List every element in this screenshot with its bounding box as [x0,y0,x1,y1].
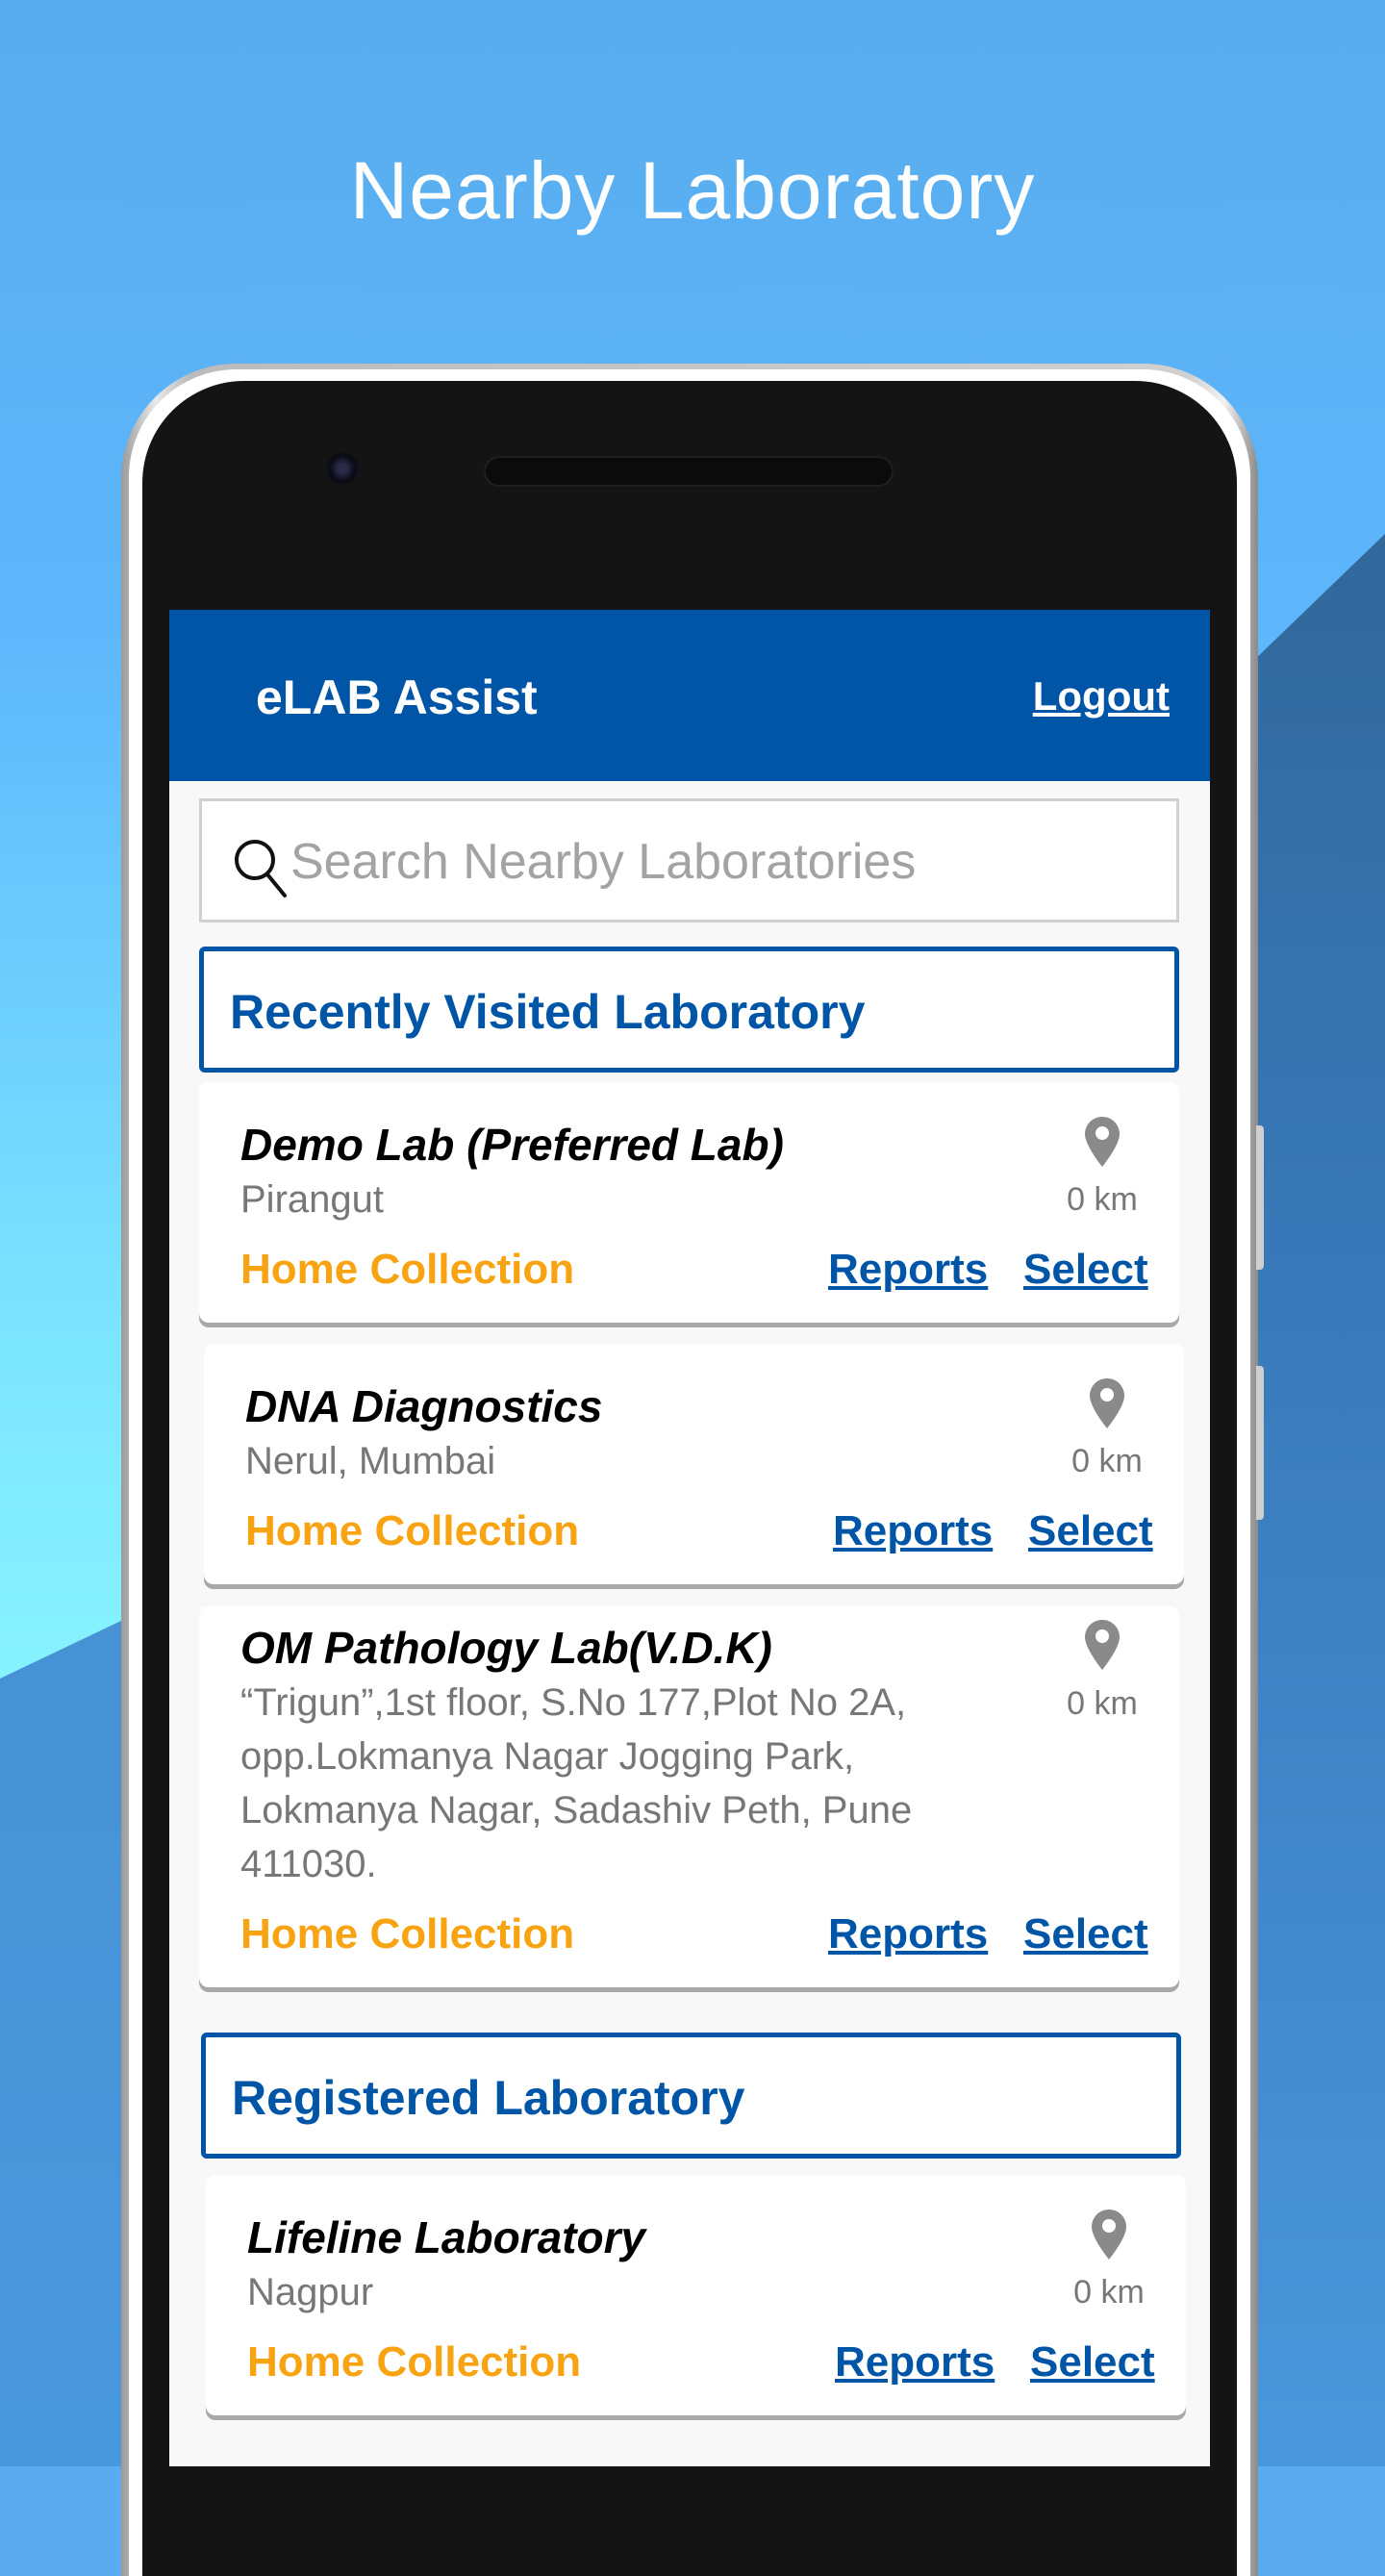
select-link[interactable]: Select [1028,1507,1153,1555]
home-collection-link[interactable]: Home Collection [247,2338,581,2387]
reports-link[interactable]: Reports [828,1246,988,1294]
lab-card: Lifeline Laboratory Nagpur 0 km Home Col… [206,2175,1186,2415]
lab-address: Pirangut [240,1178,384,1221]
search-box[interactable] [199,798,1179,922]
section-title: Recently Visited Laboratory [230,985,866,1039]
promo-title: Nearby Laboratory [349,145,1036,236]
location-pin-icon [1092,2210,1126,2260]
search-input[interactable] [290,821,1137,903]
phone-camera [326,452,359,485]
lab-card: DNA Diagnostics Nerul, Mumbai 0 km Home … [204,1344,1184,1584]
home-collection-link[interactable]: Home Collection [240,1910,574,1958]
registered-header: Registered Laboratory [201,2033,1181,2159]
phone-side-button [1256,1125,1264,1270]
lab-distance: 0 km [1067,1181,1138,1218]
lab-distance: 0 km [1067,1685,1138,1722]
location-pin-icon [1085,1117,1120,1167]
lab-address: Nagpur [247,2271,374,2313]
select-link[interactable]: Select [1030,2338,1155,2387]
lab-name: Demo Lab (Preferred Lab) [240,1120,784,1170]
reports-link[interactable]: Reports [828,1910,988,1958]
home-collection-link[interactable]: Home Collection [240,1246,574,1294]
lab-name: OM Pathology Lab(V.D.K) [240,1623,772,1673]
phone-side-button [1256,1366,1264,1520]
section-title: Registered Laboratory [232,2071,745,2125]
select-link[interactable]: Select [1023,1910,1148,1958]
lab-name: Lifeline Laboratory [247,2212,646,2262]
lab-card: OM Pathology Lab(V.D.K) “Trigun”,1st flo… [199,1606,1179,1987]
recently-visited-header: Recently Visited Laboratory [199,947,1179,1073]
lab-distance: 0 km [1073,2274,1145,2311]
location-pin-icon [1090,1378,1124,1428]
lab-distance: 0 km [1071,1443,1143,1479]
logout-link[interactable]: Logout [1033,673,1170,720]
lab-address: “Trigun”,1st floor, S.No 177,Plot No 2A,… [240,1681,913,1885]
reports-link[interactable]: Reports [835,2338,995,2387]
home-collection-link[interactable]: Home Collection [245,1507,579,1555]
lab-card: Demo Lab (Preferred Lab) Pirangut 0 km H… [199,1082,1179,1323]
phone-speaker [484,456,894,487]
app-title: eLAB Assist [256,670,538,724]
reports-link[interactable]: Reports [833,1507,993,1555]
location-pin-icon [1085,1620,1120,1670]
search-icon [235,840,287,897]
select-link[interactable]: Select [1023,1246,1148,1294]
lab-name: DNA Diagnostics [245,1381,603,1431]
lab-address: Nerul, Mumbai [245,1440,496,1482]
app-screen: eLAB Assist Logout Recently Visited Labo… [169,610,1210,2466]
app-header: eLAB Assist Logout [169,610,1210,781]
